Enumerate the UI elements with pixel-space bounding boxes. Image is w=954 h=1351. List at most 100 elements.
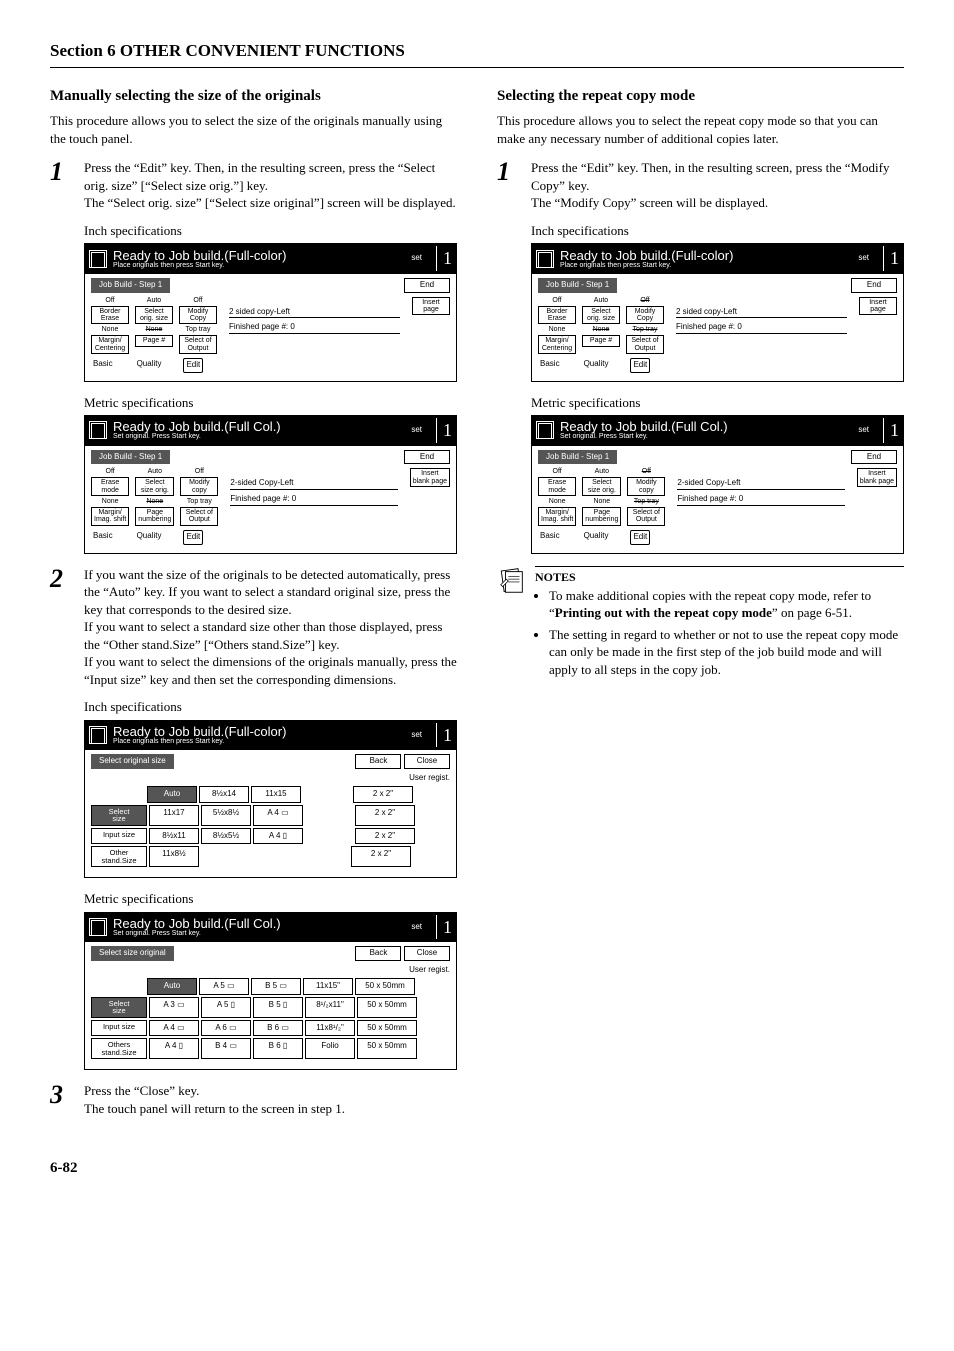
tab-basic[interactable]: Basic (538, 530, 562, 545)
erase-mode-btn[interactable]: Erase mode (91, 477, 129, 496)
modify-copy-btn[interactable]: Modify Copy (626, 306, 664, 325)
size-option[interactable]: 50 x 50mm (357, 1038, 417, 1059)
size-option[interactable]: Auto (147, 786, 197, 803)
size-side-button[interactable]: Input size (91, 828, 147, 845)
insert-page-btn[interactable]: Insert page (859, 297, 897, 316)
tab-edit[interactable]: Edit (630, 530, 650, 545)
panel-jobbuild-metric: Ready to Job build.(Full Col.) Set origi… (84, 415, 457, 553)
insert-blank-page-btn[interactable]: Insert blank page (410, 468, 450, 487)
insert-page-btn[interactable]: Insert page (412, 297, 450, 316)
size-option[interactable]: A 5 ▭ (199, 978, 249, 995)
size-option[interactable]: A 4 ▯ (253, 828, 303, 845)
panel-set: set (411, 425, 430, 436)
select-size-orig-btn[interactable]: Select size orig. (582, 477, 621, 496)
size-option[interactable]: B 6 ▭ (253, 1020, 303, 1037)
size-option[interactable]: 50 x 50mm (357, 1020, 417, 1037)
back-button[interactable]: Back (355, 754, 401, 769)
tab-quality[interactable]: Quality (582, 530, 611, 545)
end-button[interactable]: End (851, 450, 897, 465)
size-option[interactable]: A 4 ▭ (253, 805, 303, 826)
size-option[interactable]: A 3 ▭ (149, 997, 199, 1018)
size-option[interactable]: A 4 ▭ (149, 1020, 199, 1037)
size-option[interactable]: 50 x 50mm (357, 997, 417, 1018)
size-option[interactable]: Folio (305, 1038, 355, 1059)
select-output-btn[interactable]: Select of Output (179, 335, 217, 354)
tab-basic[interactable]: Basic (91, 530, 115, 545)
tab-edit[interactable]: Edit (630, 358, 650, 373)
size-option[interactable]: B 5 ▯ (253, 997, 303, 1018)
size-option[interactable]: 2 x 2" (355, 805, 415, 826)
panel-count: 1 (436, 915, 452, 939)
tab-edit[interactable]: Edit (183, 530, 203, 545)
border-erase-btn[interactable]: Border Erase (538, 306, 576, 325)
size-option (201, 846, 249, 867)
select-output-btn[interactable]: Select of Output (627, 507, 665, 526)
size-side-button[interactable]: Other stand.Size (91, 846, 147, 867)
size-option[interactable]: 50 x 50mm (355, 978, 415, 995)
panel-sub: Set original. Press Start key. (560, 433, 728, 440)
end-button[interactable]: End (404, 450, 450, 465)
select-size-orig-btn[interactable]: Select size orig. (135, 477, 174, 496)
modify-copy-btn[interactable]: Modify Copy (179, 306, 217, 325)
val: None (91, 498, 129, 505)
size-option[interactable]: 11x15 (251, 786, 301, 803)
size-option[interactable]: 8½x11 (149, 828, 199, 845)
close-button[interactable]: Close (404, 946, 450, 961)
modify-copy-btn[interactable]: Modify copy (180, 477, 218, 496)
size-side-button[interactable]: Select size (91, 997, 147, 1018)
tab-basic[interactable]: Basic (538, 358, 562, 373)
erase-mode-btn[interactable]: Erase mode (538, 477, 576, 496)
margin-imagshift-btn[interactable]: Margin/ Imag. shift (538, 507, 576, 526)
size-side-button[interactable]: Input size (91, 1020, 147, 1037)
val: Off (627, 468, 665, 475)
right-step1-text1: Press the “Edit” key. Then, in the resul… (531, 159, 904, 194)
border-erase-btn[interactable]: Border Erase (91, 306, 129, 325)
tab-basic[interactable]: Basic (91, 358, 115, 373)
size-option[interactable]: 11x8¹/₂" (305, 1020, 355, 1037)
size-option[interactable]: 11x17 (149, 805, 199, 826)
tab-quality[interactable]: Quality (135, 358, 164, 373)
size-option[interactable]: 11x8½ (149, 846, 199, 867)
margin-centering-btn[interactable]: Margin/ Centering (91, 335, 129, 354)
modify-copy-btn[interactable]: Modify copy (627, 477, 665, 496)
select-orig-size-btn[interactable]: Select orig. size (582, 306, 620, 325)
margin-imagshift-btn[interactable]: Margin/ Imag. shift (91, 507, 129, 526)
size-option[interactable]: A 5 ▯ (201, 997, 251, 1018)
size-option[interactable]: B 6 ▯ (253, 1038, 303, 1059)
size-option[interactable]: A 6 ▭ (201, 1020, 251, 1037)
size-option[interactable]: 2 x 2" (351, 846, 411, 867)
size-option[interactable]: B 5 ▭ (251, 978, 301, 995)
page-num-btn[interactable]: Page # (135, 335, 173, 346)
size-option[interactable]: 8¹/₂x11" (305, 997, 355, 1018)
size-option[interactable]: 2 x 2" (355, 828, 415, 845)
val: Off (179, 297, 217, 304)
step1-text1: Press the “Edit” key. Then, in the resul… (84, 159, 457, 194)
size-option[interactable]: 8½x5½ (201, 828, 251, 845)
size-side-button[interactable]: Select size (91, 805, 147, 826)
size-option[interactable]: B 4 ▭ (201, 1038, 251, 1059)
tab-quality[interactable]: Quality (582, 358, 611, 373)
end-button[interactable]: End (404, 278, 450, 293)
inch-spec-label: Inch specifications (84, 698, 457, 716)
select-orig-size-btn[interactable]: Select orig. size (135, 306, 173, 325)
tab-edit[interactable]: Edit (183, 358, 203, 373)
size-option[interactable]: A 4 ▯ (149, 1038, 199, 1059)
size-option[interactable]: 8½x14 (199, 786, 249, 803)
size-option[interactable]: 2 x 2" (353, 786, 413, 803)
page-numbering-btn[interactable]: Page numbering (582, 507, 621, 526)
size-option[interactable]: 5½x8½ (201, 805, 251, 826)
margin-centering-btn[interactable]: Margin/ Centering (538, 335, 576, 354)
select-output-btn[interactable]: Select of Output (626, 335, 664, 354)
size-side-button[interactable]: Others stand.Size (91, 1038, 147, 1059)
insert-blank-page-btn[interactable]: Insert blank page (857, 468, 897, 487)
page-numbering-btn[interactable]: Page numbering (135, 507, 174, 526)
close-button[interactable]: Close (404, 754, 450, 769)
tab-quality[interactable]: Quality (135, 530, 164, 545)
size-option[interactable]: Auto (147, 978, 197, 995)
back-button[interactable]: Back (355, 946, 401, 961)
page-num-btn[interactable]: Page # (582, 335, 620, 346)
end-button[interactable]: End (851, 278, 897, 293)
size-option[interactable]: 11x15" (303, 978, 353, 995)
status1: 2-sided Copy-Left (230, 478, 397, 490)
select-output-btn[interactable]: Select of Output (180, 507, 218, 526)
